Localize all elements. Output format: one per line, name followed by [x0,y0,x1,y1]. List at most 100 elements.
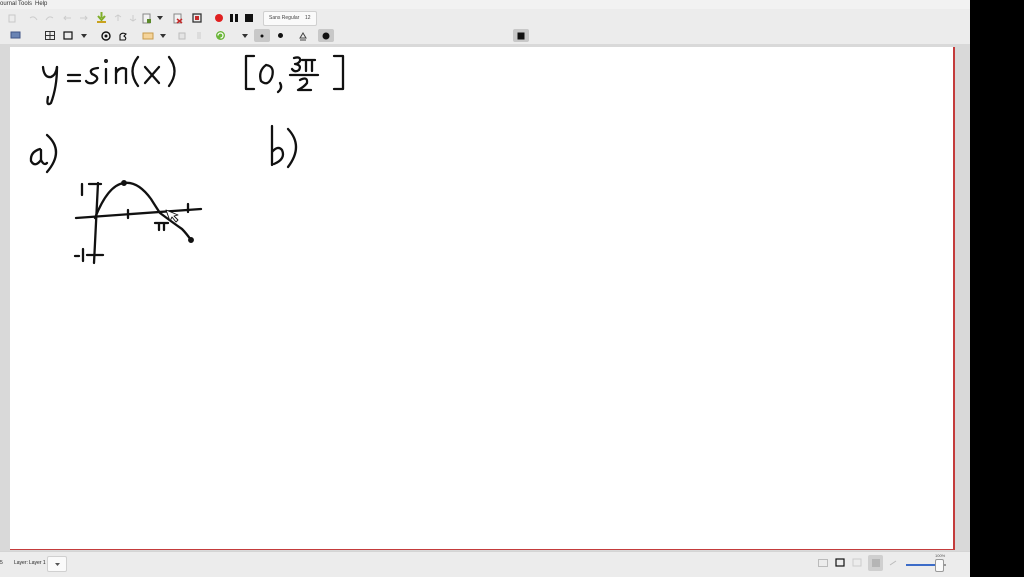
eraser-button[interactable] [177,30,187,41]
back-button[interactable] [62,13,72,23]
y-axis-line [92,181,100,265]
hand-tool-button[interactable] [117,30,129,41]
record-button[interactable] [213,12,225,24]
custom-color-button[interactable] [513,29,529,42]
arrow-up-icon [114,14,122,21]
layers-icon [10,31,20,39]
menu-journal[interactable]: ournal [0,0,17,9]
zoom-out-icon [852,558,862,567]
shape-dropdown[interactable] [80,31,88,40]
dot-small-icon [260,34,264,37]
up-button[interactable] [113,13,123,23]
download-button[interactable] [95,11,107,24]
fill-button[interactable] [296,29,309,42]
tools-toolbar [0,27,970,67]
page-width-icon [835,558,845,567]
zoom-in-button[interactable] [868,555,883,571]
forward-button[interactable] [78,13,88,23]
font-name: Sans Regular [269,15,300,21]
chevron-down-icon [242,33,248,38]
stop-icon [245,14,253,22]
undo-button[interactable] [28,13,38,23]
arrow-down-icon [129,15,137,22]
record-icon [215,14,223,22]
dot-medium-icon [278,33,283,38]
eraser-icon [178,32,186,40]
highlighter-dropdown[interactable] [159,31,167,40]
tick-label-bottom [73,247,85,263]
arrow-right-icon [79,15,88,21]
menu-bar: ournal Tools Help [0,0,970,9]
zoom-out-button[interactable] [851,557,863,568]
font-size: 12 [305,15,311,21]
zoom-reset-icon [889,560,897,566]
fullscreen-icon [192,13,202,23]
sine-sketch [73,180,203,265]
pen-thin-button[interactable] [254,29,270,42]
notebook-page[interactable] [10,47,955,550]
pen-dropdown[interactable] [241,31,249,40]
font-selector[interactable]: Sans Regular 12 [263,11,317,26]
target-icon [101,30,111,41]
select-object-button[interactable] [100,30,112,41]
tick-label-pi [153,221,170,232]
rectangle-icon [63,31,73,40]
zoom-in-icon [871,559,880,567]
handwritten-labels [29,124,298,174]
zoom-reset-button[interactable] [888,558,898,568]
menu-help[interactable]: Help [35,0,47,9]
page-number: 5 [0,560,3,566]
text-icon [197,32,201,39]
menu-tools[interactable]: Tools [18,0,32,9]
down-button[interactable] [128,13,138,23]
color-black-selected[interactable] [318,29,334,42]
text-tool-button[interactable] [194,30,204,41]
chevron-down-icon [54,562,60,566]
refresh-button[interactable] [214,29,227,42]
insert-page-button[interactable] [141,12,153,24]
page-fit-icon [818,559,828,567]
page-icon [8,14,16,22]
page-add-icon [142,13,151,23]
highlighter-button[interactable] [141,30,155,41]
chevron-down-icon [81,33,87,38]
rectangle-tool-button[interactable] [62,30,74,41]
stop-button[interactable] [243,12,255,24]
redo-button[interactable] [44,13,54,23]
redo-icon [45,16,53,21]
grid-button[interactable] [44,30,56,41]
zoom-slider-fill [906,564,937,566]
highlighter-icon [142,32,154,39]
main-toolbar [0,9,970,28]
axis-ticks [85,182,190,257]
page-delete-icon [173,13,183,24]
chevron-down-icon [160,33,166,38]
status-bar: 5 Layer: Layer 1 100% [0,551,970,577]
pause-button[interactable] [228,12,240,24]
new-page-button[interactable] [7,13,17,23]
fullscreen-button[interactable] [191,12,203,24]
color-dot-icon [322,32,330,39]
layer-label: Layer: [14,560,28,566]
undo-icon [29,16,37,21]
xournal-window: ournal Tools Help Sans Regular 12 5 Laye… [0,0,970,577]
download-icon [96,11,106,23]
refresh-icon [216,31,225,40]
zoom-slider-thumb[interactable] [935,559,944,572]
hand-icon [119,32,127,41]
zoom-fit-button[interactable] [817,558,829,568]
layer-value[interactable]: Layer 1 [29,560,46,566]
layer-select[interactable] [47,556,67,572]
fill-bucket-icon [298,31,307,40]
zoom-percent: 100% [935,553,946,558]
pause-icon [230,14,238,22]
layer-button[interactable] [9,30,21,40]
insert-page-dropdown[interactable] [156,13,164,23]
zoom-page-button[interactable] [834,557,846,568]
handwriting-layer [29,54,345,265]
chevron-down-icon [157,16,163,20]
handwritten-equation [41,54,345,106]
delete-page-button[interactable] [172,12,184,24]
arrow-left-icon [62,15,71,21]
pen-medium-button[interactable] [274,29,287,42]
